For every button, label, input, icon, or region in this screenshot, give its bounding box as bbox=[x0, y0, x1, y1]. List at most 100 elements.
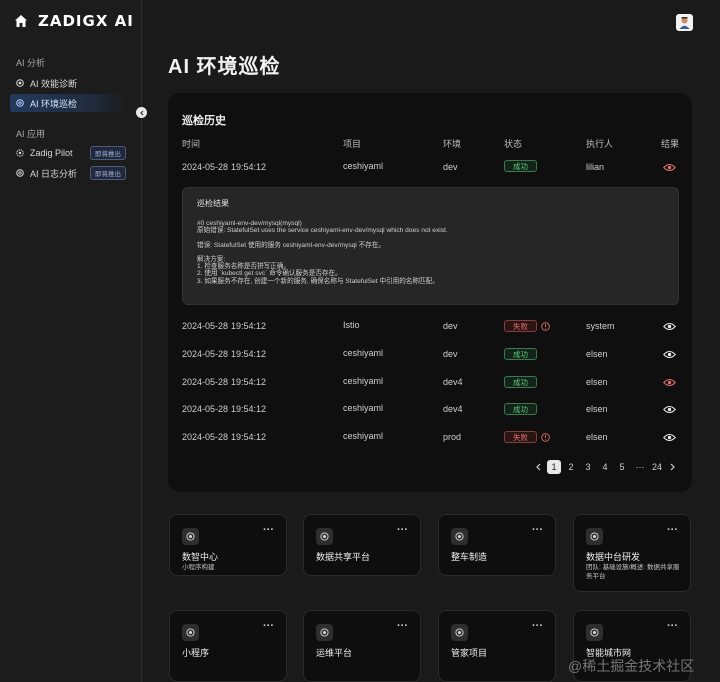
project-card[interactable]: ··· 运维平台 bbox=[303, 610, 421, 682]
watermark: @稀土掘金技术社区 bbox=[568, 658, 695, 674]
row-executor: elsen bbox=[586, 432, 608, 442]
status-badge: 成功 bbox=[504, 160, 537, 172]
more-options-icon[interactable]: ··· bbox=[667, 620, 678, 632]
row-executor: system bbox=[586, 321, 615, 331]
card-title: 数据共享平台 bbox=[316, 552, 371, 562]
panel-title: 巡检历史 bbox=[182, 115, 226, 127]
chevron-left-icon[interactable] bbox=[535, 463, 542, 471]
header-status: 状态 bbox=[504, 139, 523, 149]
row-env: dev bbox=[443, 162, 458, 172]
card-title: 小程序 bbox=[182, 648, 210, 658]
row-time: 19:54:12 bbox=[231, 321, 267, 331]
row-date: 2024-05-28 bbox=[182, 432, 229, 442]
page-2[interactable]: 2 bbox=[564, 459, 578, 475]
row-date: 2024-05-28 bbox=[182, 162, 229, 172]
header-env: 环境 bbox=[443, 139, 462, 149]
project-card[interactable]: ··· 数据共享平台 bbox=[303, 514, 421, 576]
chevron-right-icon[interactable] bbox=[669, 463, 676, 471]
detail-line: 3. 如果服务不存在, 创建一个新的服务, 确保名称与 StatefulSet … bbox=[197, 277, 439, 285]
nav-item-efficiency-diagnosis[interactable]: AI 效能诊断 bbox=[10, 74, 126, 92]
patrol-history-panel: 巡检历史 时间 项目 环境 状态 执行人 结果 2024-05-28 19:54… bbox=[168, 93, 692, 492]
row-env: dev bbox=[443, 349, 458, 359]
chevron-left-icon bbox=[139, 110, 143, 115]
page-4[interactable]: 4 bbox=[598, 459, 612, 475]
project-icon bbox=[182, 624, 199, 641]
view-result-eye-icon[interactable] bbox=[663, 350, 676, 359]
more-options-icon[interactable]: ··· bbox=[263, 524, 274, 536]
nav-item-log-analysis[interactable]: AI 日志分析 即将推出 bbox=[10, 164, 126, 182]
view-result-eye-icon[interactable] bbox=[663, 322, 676, 331]
pilot-icon bbox=[16, 149, 24, 157]
project-card[interactable]: ··· 管家项目 bbox=[438, 610, 556, 682]
row-executor: lilian bbox=[586, 162, 605, 172]
row-date: 2024-05-28 bbox=[182, 377, 229, 387]
row-executor: elsen bbox=[586, 349, 608, 359]
view-result-eye-icon[interactable] bbox=[663, 405, 676, 414]
nav-item-label: Zadig Pilot bbox=[30, 148, 73, 158]
header-project: 项目 bbox=[343, 139, 362, 149]
page-5[interactable]: 5 bbox=[615, 459, 629, 475]
view-result-eye-icon[interactable] bbox=[663, 163, 676, 172]
more-options-icon[interactable]: ··· bbox=[667, 524, 678, 536]
card-subtitle: 小程序构建 bbox=[182, 564, 215, 571]
row-env: prod bbox=[443, 432, 462, 442]
page-1[interactable]: 1 bbox=[546, 459, 562, 475]
more-options-icon[interactable]: ··· bbox=[263, 620, 274, 632]
nav-item-zadig-pilot[interactable]: Zadig Pilot 即将推出 bbox=[10, 144, 126, 162]
row-time: 19:54:12 bbox=[231, 377, 267, 387]
status-badge: 成功 bbox=[504, 376, 537, 388]
coming-soon-badge: 即将推出 bbox=[90, 146, 126, 160]
detail-title: 巡检结果 bbox=[197, 199, 229, 208]
card-subtitle: 团队: 基础设施/概述: 数据共享服务平台 bbox=[586, 564, 680, 580]
brand[interactable]: ZADIGX AI bbox=[14, 12, 134, 30]
header-executor: 执行人 bbox=[586, 139, 614, 149]
page-ellipsis[interactable]: ··· bbox=[631, 459, 649, 475]
page-title: AI 环境巡检 bbox=[168, 56, 281, 78]
status-badge: 失败 bbox=[504, 431, 537, 443]
detail-line: 错误: StatefulSet 使用的服务 ceshiyaml-env-dev/… bbox=[197, 241, 385, 249]
avatar-icon bbox=[679, 17, 690, 29]
row-project: Istio bbox=[343, 320, 360, 330]
info-icon[interactable] bbox=[541, 322, 550, 331]
card-title: 管家项目 bbox=[451, 648, 488, 658]
detail-line: 原始错误: StatefulSet uses the service ceshi… bbox=[197, 227, 448, 235]
patrol-icon bbox=[16, 99, 24, 107]
project-card[interactable]: ··· 小程序 bbox=[169, 610, 287, 682]
row-time: 19:54:12 bbox=[231, 404, 267, 414]
info-icon[interactable] bbox=[541, 433, 550, 442]
row-time: 19:54:12 bbox=[231, 349, 267, 359]
row-date: 2024-05-28 bbox=[182, 321, 229, 331]
more-options-icon[interactable]: ··· bbox=[532, 524, 543, 536]
row-project: ceshiyaml bbox=[343, 376, 384, 386]
nav-item-label: AI 日志分析 bbox=[30, 168, 78, 179]
row-date: 2024-05-28 bbox=[182, 404, 229, 414]
more-options-icon[interactable]: ··· bbox=[397, 524, 408, 536]
project-icon bbox=[451, 624, 468, 641]
collapse-sidebar-button[interactable] bbox=[136, 107, 147, 118]
more-options-icon[interactable]: ··· bbox=[397, 620, 408, 632]
row-executor: elsen bbox=[586, 377, 608, 387]
project-card[interactable]: ··· 数据中台研发 团队: 基础设施/概述: 数据共享服务平台 bbox=[573, 514, 691, 592]
page-24[interactable]: 24 bbox=[649, 459, 665, 475]
view-result-eye-icon[interactable] bbox=[663, 433, 676, 442]
header-time: 时间 bbox=[182, 139, 201, 149]
header-result: 结果 bbox=[661, 139, 680, 149]
project-card[interactable]: ··· 数智中心 小程序构建 bbox=[169, 514, 287, 576]
row-time: 19:54:12 bbox=[231, 162, 267, 172]
project-card[interactable]: ··· 整车制造 bbox=[438, 514, 556, 576]
card-title: 数智中心 bbox=[182, 552, 219, 562]
row-time: 19:54:12 bbox=[231, 432, 267, 442]
home-icon[interactable] bbox=[14, 14, 28, 28]
page-3[interactable]: 3 bbox=[581, 459, 595, 475]
project-icon bbox=[451, 528, 468, 545]
sidebar: ZADIGX AI AI 分析 AI 效能诊断 AI 环境巡检 AI 应用 Za… bbox=[0, 0, 142, 682]
logo-text: ZADIGX AI bbox=[38, 12, 134, 30]
nav-item-env-patrol[interactable]: AI 环境巡检 bbox=[10, 94, 126, 112]
detail-line: 2. 使用 `kubectl get svc` 命令确认服务是否存在。 bbox=[197, 270, 342, 278]
row-project: ceshiyaml bbox=[343, 348, 384, 358]
row-env: dev4 bbox=[443, 377, 463, 387]
patrol-result-detail: 巡检结果 #0 ceshiyaml-env-dev/mysql(mysql) 原… bbox=[182, 187, 679, 305]
view-result-eye-icon[interactable] bbox=[663, 378, 676, 387]
more-options-icon[interactable]: ··· bbox=[532, 620, 543, 632]
user-avatar[interactable] bbox=[676, 14, 693, 31]
